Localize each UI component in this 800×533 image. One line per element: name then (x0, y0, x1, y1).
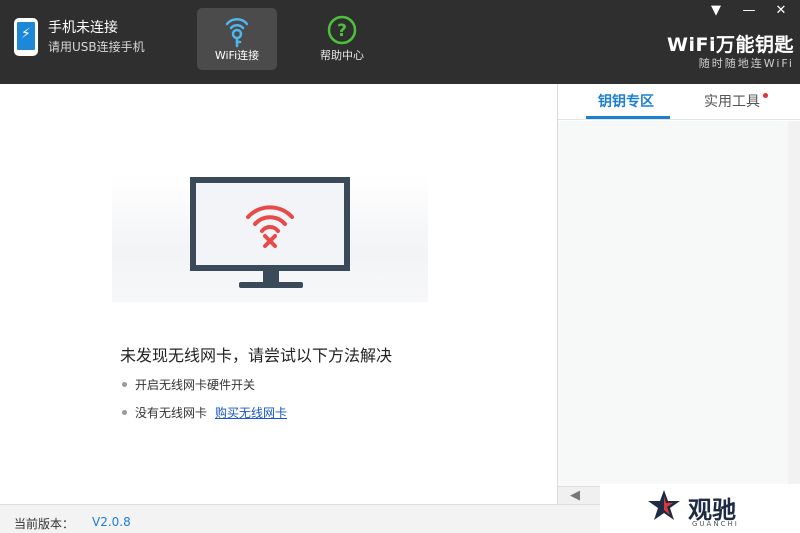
monitor-icon (190, 177, 350, 271)
active-tab-indicator (586, 116, 670, 119)
svg-text:?: ? (337, 21, 347, 41)
wifi-key-icon (225, 18, 249, 48)
phone-hint-text: 请用USB连接手机 (48, 40, 145, 54)
tip-item: 开启无线网卡硬件开关 (122, 376, 255, 393)
version-value: V2.0.8 (92, 515, 131, 529)
phone-icon: ⚡ (14, 18, 38, 56)
title-bar: ⚡ 手机未连接 请用USB连接手机 WiFi连接 ? 帮助中心 ▼ — ✕ Wi… (0, 0, 800, 84)
watermark-subtext: GUANCHI (692, 520, 739, 528)
tip-text: 没有无线网卡 (135, 406, 208, 420)
app-window: ⚡ 手机未连接 请用USB连接手机 WiFi连接 ? 帮助中心 ▼ — ✕ Wi… (0, 0, 800, 533)
buy-adapter-link[interactable]: 购买无线网卡 (215, 404, 287, 421)
tab-tools[interactable]: 实用工具 (704, 91, 760, 111)
notification-badge (763, 93, 768, 98)
bullet-icon (122, 410, 127, 415)
tip-text: 开启无线网卡硬件开关 (135, 378, 256, 392)
vertical-scrollbar[interactable] (788, 121, 800, 486)
close-button[interactable]: ✕ (770, 2, 792, 20)
brand-logo: WiFi万能钥匙 随时随地连WiFi (667, 33, 794, 71)
side-tabs: 钥钥专区 实用工具 (558, 84, 800, 120)
watermark-logo: 观驰 GUANCHI (600, 484, 800, 533)
bullet-icon (122, 382, 127, 387)
nav-wifi-label: WiFi连接 (214, 49, 260, 62)
version-label: 当前版本： (14, 517, 75, 531)
brand-slogan: 随时随地连WiFi (698, 57, 794, 70)
wifi-error-icon (246, 205, 294, 248)
tip-item: 没有无线网卡 购买无线网卡 (122, 404, 287, 421)
brand-name: WiFi万能钥匙 (667, 34, 794, 56)
nav-help-label: 帮助中心 (320, 49, 364, 62)
main-panel: 未发现无线网卡，请尝试以下方法解决 开启无线网卡硬件开关 没有无线网卡 购买无线… (0, 84, 557, 504)
nav-help-center[interactable]: ? 帮助中心 (302, 8, 382, 70)
menu-dropdown-button[interactable]: ▼ (705, 2, 727, 20)
side-content-area (558, 121, 800, 486)
star-logo-icon (648, 490, 680, 520)
minimize-button[interactable]: — (738, 2, 760, 20)
nav-wifi-connect[interactable]: WiFi连接 (197, 8, 277, 70)
error-message-title: 未发现无线网卡，请尝试以下方法解决 (120, 346, 393, 365)
no-adapter-illustration (112, 174, 428, 302)
phone-connection-status[interactable]: ⚡ 手机未连接 请用USB连接手机 (14, 18, 145, 56)
side-panel: 钥钥专区 实用工具 ◀ (557, 84, 800, 504)
scroll-left-arrow-icon[interactable]: ◀ (570, 488, 580, 503)
phone-status-text: 手机未连接 (48, 20, 118, 36)
help-icon: ? (327, 15, 357, 45)
tab-key-zone[interactable]: 钥钥专区 (598, 91, 654, 111)
